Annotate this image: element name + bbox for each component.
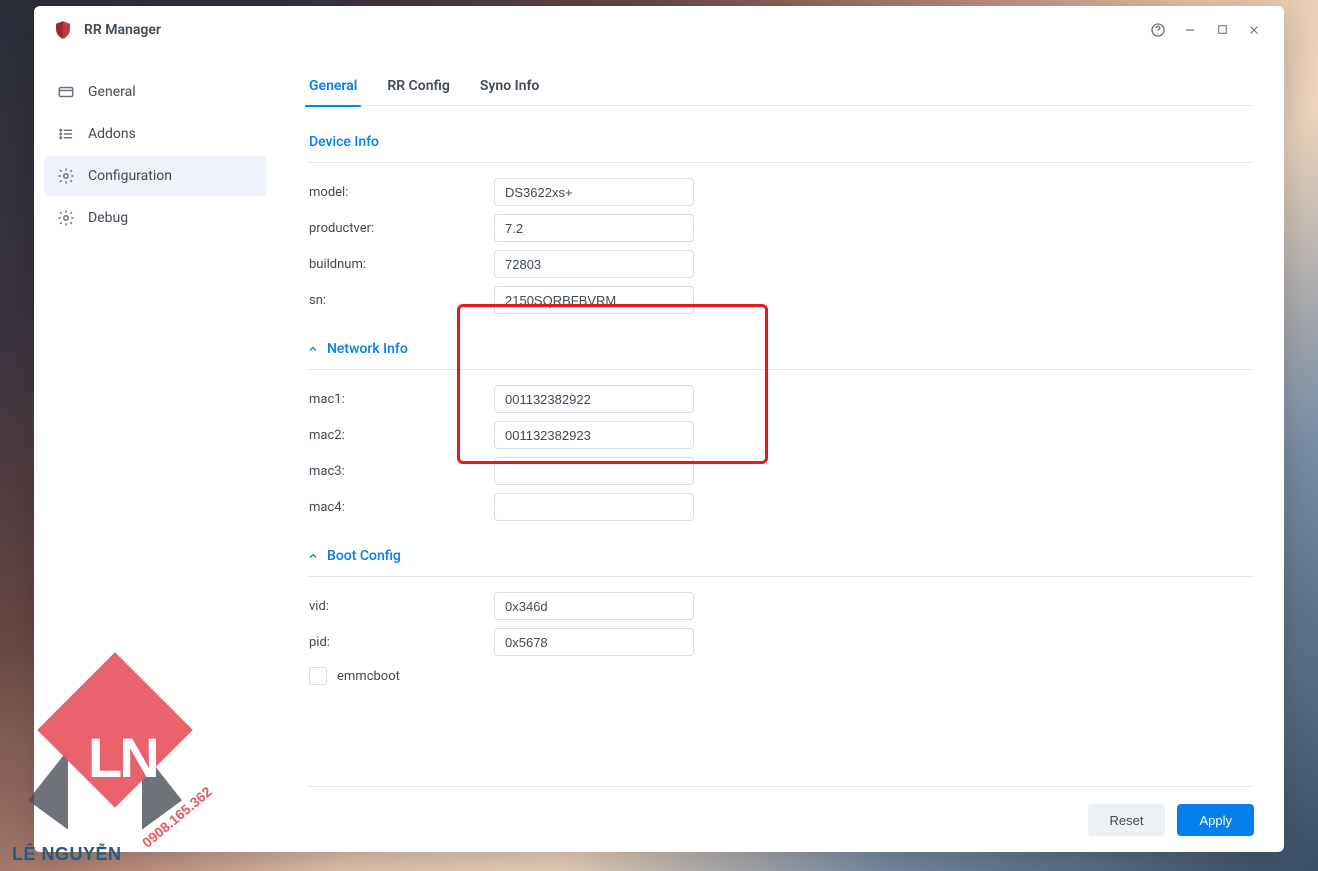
label-productver: productver: [307,221,494,236]
close-button[interactable] [1240,16,1268,44]
label-mac4: mac4: [307,500,494,515]
label-model: model: [307,185,494,200]
label-vid: vid: [307,599,494,614]
content: Device Info model: productver: buildnum:… [277,106,1284,787]
tabs: General RR Config Syno Info [277,54,1284,106]
label-sn: sn: [307,293,494,308]
input-productver[interactable] [494,214,694,242]
tab-general[interactable]: General [307,68,359,106]
input-sn[interactable] [494,286,694,314]
input-mac3[interactable] [494,457,694,485]
chevron-up-icon [307,550,319,562]
chevron-up-icon [307,343,319,355]
section-boot-config[interactable]: Boot Config [307,528,1254,577]
label-mac3: mac3: [307,464,494,479]
maximize-button[interactable] [1208,16,1236,44]
app-shield-icon [52,19,74,41]
window-title: RR Manager [84,22,161,38]
input-buildnum[interactable] [494,250,694,278]
sidebar-item-label: Addons [88,126,136,142]
sidebar-item-addons[interactable]: Addons [44,114,267,154]
input-mac2[interactable] [494,421,694,449]
sidebar-item-label: Configuration [88,168,172,184]
section-device-info[interactable]: Device Info [307,114,1254,163]
section-title: Boot Config [327,548,401,564]
titlebar: RR Manager [34,6,1284,54]
input-pid[interactable] [494,628,694,656]
main-panel: General RR Config Syno Info Device Info … [277,54,1284,852]
input-mac1[interactable] [494,385,694,413]
tab-rr-config[interactable]: RR Config [385,68,452,106]
label-mac2: mac2: [307,428,494,443]
tab-syno-info[interactable]: Syno Info [478,68,541,106]
app-window: RR Manager General [34,6,1284,852]
sidebar: General Addons Configuration Debug [34,54,277,852]
section-title: Device Info [309,134,379,150]
tab-label: Syno Info [480,78,539,94]
sidebar-item-general[interactable]: General [44,72,267,112]
sidebar-item-label: General [88,84,136,100]
input-model[interactable] [494,178,694,206]
gear-icon [56,166,76,186]
card-icon [56,82,76,102]
section-title: Network Info [327,341,408,357]
label-pid: pid: [307,635,494,650]
label-emmcboot: emmcboot [337,669,400,684]
input-vid[interactable] [494,592,694,620]
apply-button[interactable]: Apply [1177,804,1254,836]
tab-label: RR Config [387,78,450,94]
sidebar-item-debug[interactable]: Debug [44,198,267,238]
list-icon [56,124,76,144]
reset-button[interactable]: Reset [1088,804,1166,836]
section-network-info[interactable]: Network Info [307,321,1254,370]
gear-icon [56,208,76,228]
input-mac4[interactable] [494,493,694,521]
help-button[interactable] [1144,16,1172,44]
minimize-button[interactable] [1176,16,1204,44]
sidebar-item-configuration[interactable]: Configuration [44,156,267,196]
tab-label: General [309,78,357,94]
footer: Reset Apply [277,787,1284,852]
label-mac1: mac1: [307,392,494,407]
label-buildnum: buildnum: [307,257,494,272]
sidebar-item-label: Debug [88,210,128,226]
checkbox-emmcboot[interactable] [309,667,327,685]
